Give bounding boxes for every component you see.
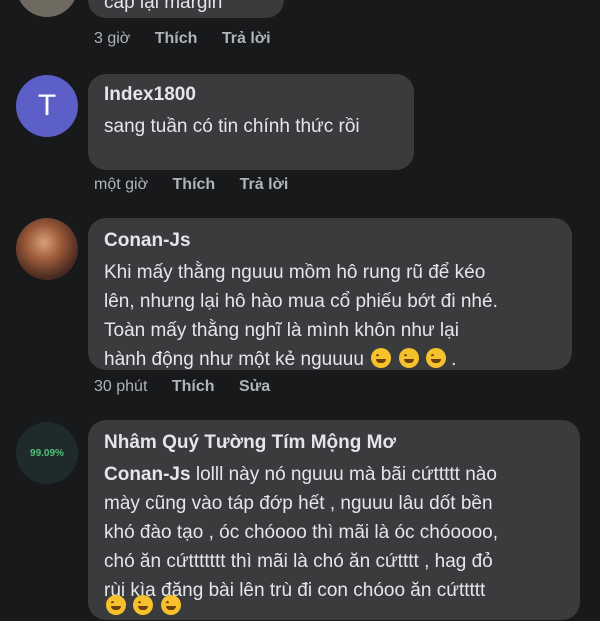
comment-time: 30 phút <box>94 378 148 395</box>
comment-text-line: lên, nhưng lại hô hào mua cổ phiếu bớt đ… <box>104 291 498 312</box>
rolling-on-floor-laughing-emoji-icon <box>425 348 446 368</box>
comment-emoji-line <box>104 592 181 621</box>
crying-emoji-icon <box>106 595 126 615</box>
comment-time: một giờ <box>94 176 149 193</box>
comment-text-line: khó đào tạo , óc chóooo thì mãi là óc ch… <box>104 522 498 543</box>
like-button[interactable]: Thích <box>172 378 215 395</box>
like-button[interactable]: Thích <box>155 30 198 47</box>
avatar[interactable]: T <box>16 75 78 137</box>
rolling-on-floor-laughing-emoji-icon <box>371 348 392 368</box>
comment-meta: 3 giờ Thích Trả lời <box>94 30 271 48</box>
comment-text: hành động như một kẻ nguuuu <box>104 349 364 370</box>
avatar-text: 99.09% <box>30 447 64 459</box>
comment-text-line: chó ăn cứttttttt thì mãi là chó ăn cứttt… <box>104 551 493 572</box>
comment-author[interactable]: Index1800 <box>104 84 196 106</box>
rolling-on-floor-laughing-emoji-icon <box>398 348 419 368</box>
comment-text-line: Toàn mấy thằng nghĩ là mình khôn như lại <box>104 320 459 341</box>
comment-text: lolll này nó nguuu mà bãi cứttttt nào <box>190 464 497 485</box>
comment-text: sang tuần có tin chính thức rồi <box>104 116 360 137</box>
avatar[interactable] <box>16 0 78 17</box>
avatar-letter: T <box>37 89 57 122</box>
comment-text-line: Conan-Js lolll này nó nguuu mà bãi cứttt… <box>104 460 497 489</box>
like-button[interactable]: Thích <box>173 176 216 193</box>
crying-emoji-icon <box>160 595 181 615</box>
comment-author[interactable]: Conan-Js <box>104 230 191 252</box>
edit-button[interactable]: Sửa <box>239 378 270 395</box>
comment-text: cấp lại margin <box>104 0 223 13</box>
crying-emoji-icon <box>133 595 154 615</box>
comment-meta: một giờ Thích Trả lời <box>94 176 288 194</box>
comment-text-line: hành động như một kẻ nguuuu . <box>104 345 456 374</box>
comment-text-suffix: . <box>451 349 457 370</box>
comment-time: 3 giờ <box>94 30 131 47</box>
reply-button[interactable]: Trả lời <box>222 30 271 47</box>
reply-button[interactable]: Trả lời <box>240 176 289 193</box>
mention-link[interactable]: Conan-Js <box>104 464 191 485</box>
comment-author[interactable]: Nhâm Quý Tường Tím Mộng Mơ <box>104 432 396 454</box>
avatar[interactable]: 99.09% <box>16 422 78 484</box>
comment-text-line: Khi mấy thằng nguuu mồm hô rung rũ để ké… <box>104 262 486 283</box>
comment-text-line: mày cũng vào táp đớp hết , nguuu lâu dốt… <box>104 493 493 514</box>
avatar[interactable] <box>16 218 78 280</box>
comment-meta: 30 phút Thích Sửa <box>94 378 270 396</box>
